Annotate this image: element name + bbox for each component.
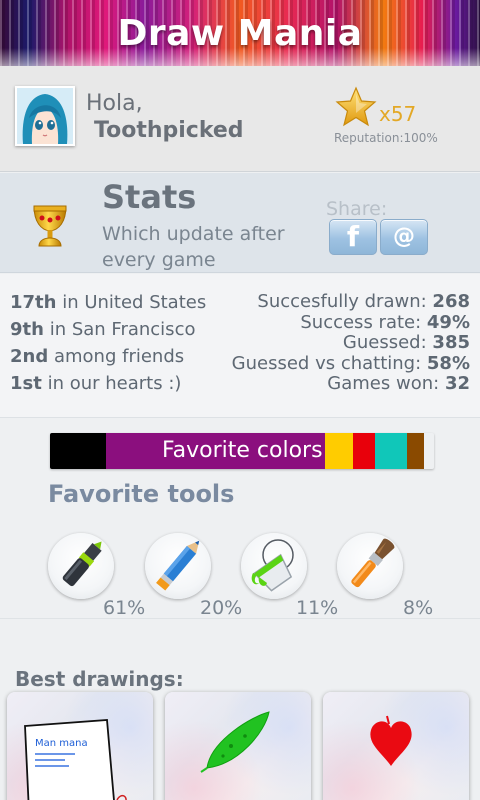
email-share-button[interactable]: @ xyxy=(380,219,428,255)
favorite-tools-title: Favorite tools xyxy=(48,480,235,508)
pencil-icon xyxy=(156,540,200,591)
drawing-caption: Man mana xyxy=(35,738,88,749)
rank-item: 9th in San Francisco xyxy=(10,319,196,340)
metric-item: Games won: 32 xyxy=(327,373,470,394)
metric-item: Guessed vs chatting: 58% xyxy=(231,352,470,374)
paper-note-drawing: Man mana xyxy=(24,719,127,800)
reputation-label: Reputation:100% xyxy=(334,131,438,145)
tool-percent: 61% xyxy=(103,597,146,619)
username: Toothpicked xyxy=(94,118,244,143)
green-leaf-drawing xyxy=(200,711,270,773)
rank-item: 17th in United States xyxy=(10,292,207,313)
drawing-thumbnail[interactable] xyxy=(165,692,311,800)
drawing-thumbnail[interactable]: Man mana xyxy=(7,692,153,800)
metric-item: Guessed: 385 xyxy=(342,332,470,353)
app-title: Draw Mania xyxy=(117,12,363,54)
greeting: Hola, xyxy=(86,91,143,116)
rank-item: 2nd among friends xyxy=(10,346,185,367)
tool-pencil[interactable] xyxy=(145,533,211,599)
divider xyxy=(0,618,480,619)
tool-percent: 20% xyxy=(200,597,243,619)
rank-list: 17th in United States 9th in San Francis… xyxy=(10,292,206,400)
stats-body: 17th in United States 9th in San Francis… xyxy=(0,274,480,418)
paintbrush-icon xyxy=(351,538,395,588)
marker-icon xyxy=(62,541,102,587)
facebook-share-button[interactable]: f xyxy=(329,219,377,255)
stats-subtitle: Which update after every game xyxy=(102,223,285,271)
stats-header: Stats Which update after every game Shar… xyxy=(0,173,480,273)
rank-item: 1st in our hearts :) xyxy=(10,373,182,394)
title-bar: Draw Mania xyxy=(0,0,480,66)
email-icon: @ xyxy=(393,224,415,249)
tool-paintbrush[interactable] xyxy=(337,533,403,599)
paint-bucket-icon xyxy=(251,539,294,592)
stats-title: Stats xyxy=(102,178,197,216)
tool-percent: 11% xyxy=(296,597,339,619)
facebook-icon: f xyxy=(346,220,360,253)
favorite-colors-label: Favorite colors xyxy=(162,438,323,463)
best-drawings-title: Best drawings: xyxy=(15,667,184,691)
star-icon xyxy=(335,86,377,127)
trophy-icon xyxy=(33,205,67,247)
red-heart-drawing xyxy=(370,715,412,766)
reputation-count: x57 xyxy=(379,102,417,126)
metric-list: Succesfully drawn: 268 Success rate: 49%… xyxy=(232,292,470,395)
tool-marker[interactable] xyxy=(48,533,114,599)
drawing-thumbnail[interactable] xyxy=(323,692,469,800)
metric-item: Succesfully drawn: 268 xyxy=(257,291,470,312)
avatar[interactable] xyxy=(15,86,75,146)
metric-item: Success rate: 49% xyxy=(300,311,470,333)
tool-percent: 8% xyxy=(403,597,434,619)
share-label: Share: xyxy=(326,198,388,220)
tool-paint-bucket[interactable] xyxy=(241,533,307,599)
avatar-image xyxy=(17,88,73,144)
